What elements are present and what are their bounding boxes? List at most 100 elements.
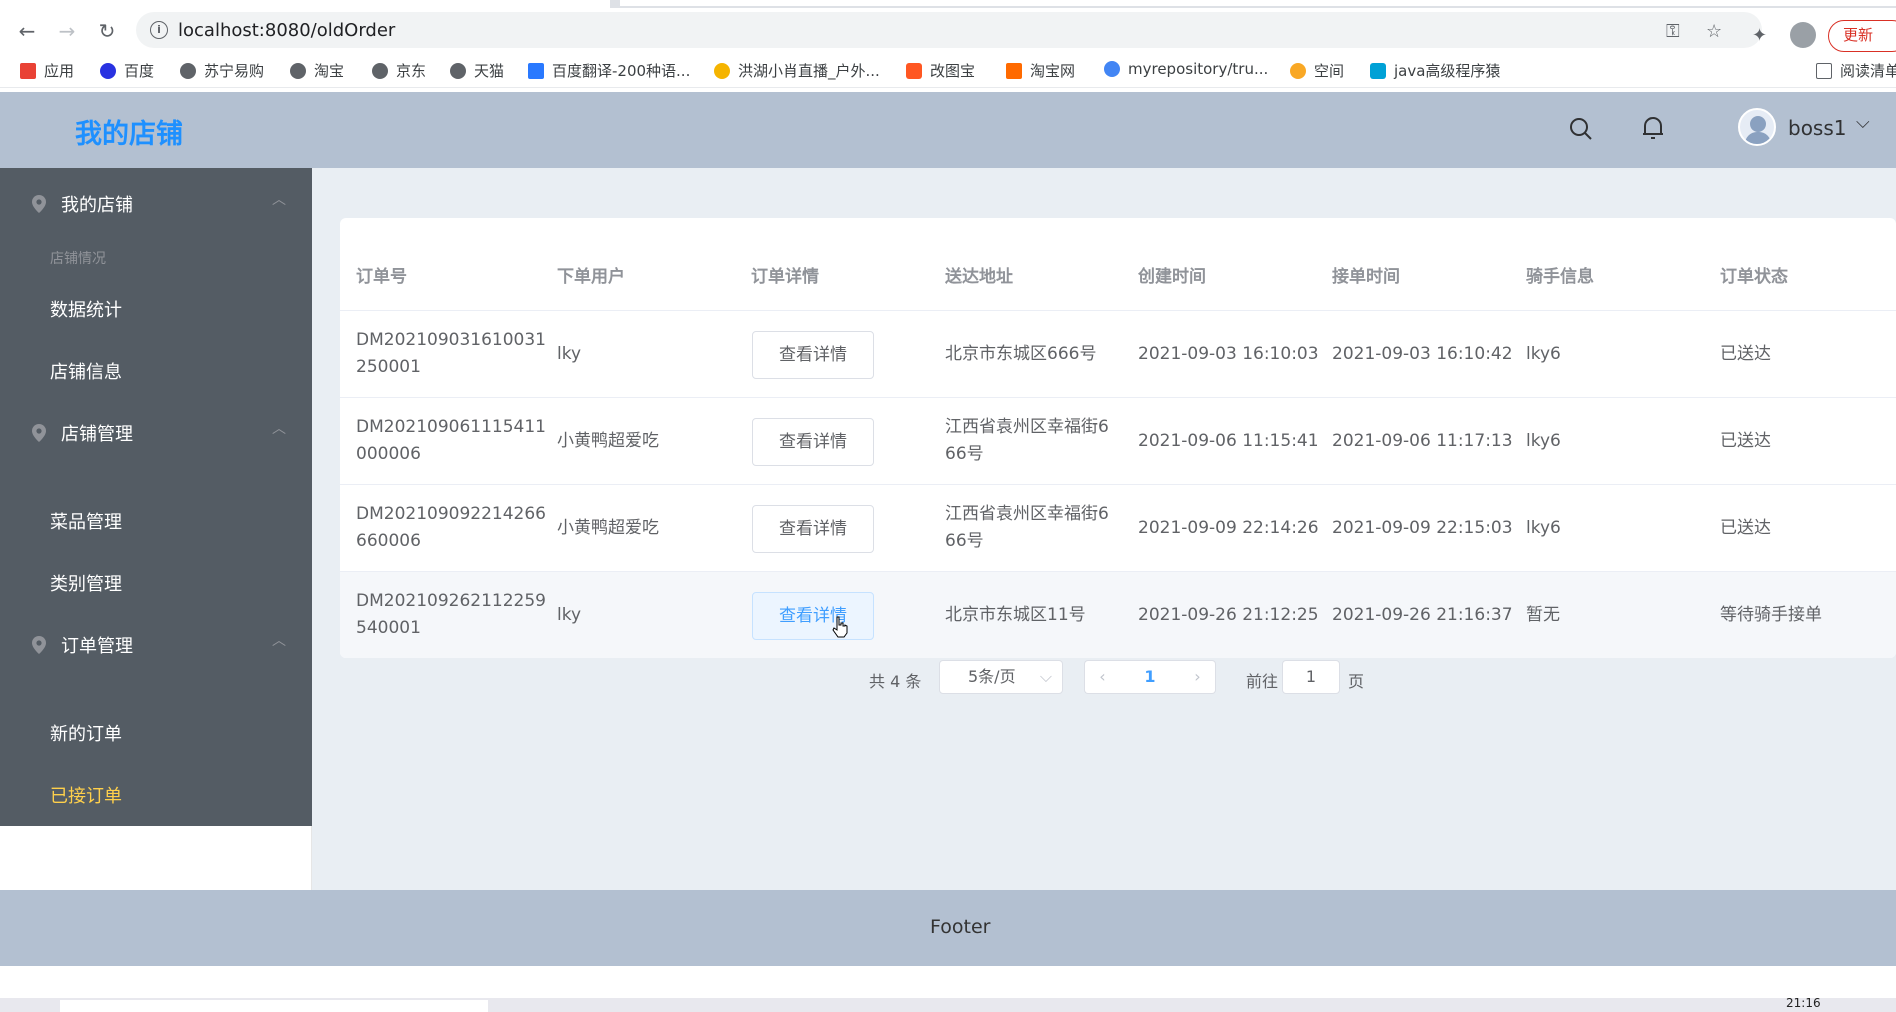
menu-group-my-shop[interactable]: 我的店铺 ︿ — [0, 175, 312, 231]
star-icon[interactable]: ☆ — [1706, 21, 1722, 42]
bookmark-item[interactable]: 天猫 — [450, 60, 504, 81]
sidebar-spacer — [0, 826, 312, 890]
bell-icon[interactable] — [1641, 115, 1665, 141]
column-header: 送达地址 — [945, 267, 1013, 287]
goto-label: 前往 — [1246, 672, 1279, 691]
browser-tab-active[interactable] — [0, 0, 610, 8]
sidebar-item-category-management[interactable]: 类别管理 — [50, 570, 122, 596]
browser-tab[interactable] — [620, 0, 1896, 6]
sidebar-item-new-orders[interactable]: 新的订单 — [50, 720, 122, 746]
gaitubao-icon — [906, 62, 922, 79]
bookmark-item[interactable]: 百度翻译-200种语... — [528, 60, 690, 81]
taskbar-search[interactable] — [60, 1000, 488, 1012]
globe-icon — [450, 62, 466, 79]
reload-icon[interactable]: ↻ — [92, 16, 122, 46]
order-status: 已送达 — [1720, 344, 1771, 364]
chevron-up-icon: ︿ — [272, 633, 286, 649]
sidebar-menu: 我的店铺 ︿ 店铺情况 数据统计 店铺信息 店铺管理 ︿ 菜品管理 类别管理 订… — [0, 168, 312, 826]
prev-page-button[interactable]: ‹ — [1084, 660, 1120, 694]
bookmark-item[interactable]: 洪湖小肖直播_户外... — [714, 60, 880, 81]
chrome-icon — [1104, 61, 1120, 77]
username[interactable]: boss1 — [1788, 116, 1847, 140]
bookmark-item[interactable]: 苏宁易购 — [180, 60, 264, 81]
rider-info: lky6 — [1526, 344, 1561, 364]
rider-info: lky6 — [1526, 431, 1561, 451]
accepted-time: 2021-09-06 11:17:13 — [1332, 431, 1513, 451]
extensions-icon[interactable]: ✦ — [1752, 25, 1767, 46]
table-row: DM202109061115411 000006 小黄鸭超爱吃 查看详情 江西省袁… — [340, 397, 1896, 484]
chevron-down-icon[interactable]: ⌵ — [1856, 112, 1870, 133]
order-id: DM202109031610031 250001 — [356, 330, 546, 377]
bookmarks-bar: 应用 百度 苏宁易购 淘宝 京东 天猫 百度翻译-200种语... 洪湖小肖直播… — [0, 52, 1896, 88]
created-time: 2021-09-06 11:15:41 — [1138, 431, 1319, 451]
column-header: 订单详情 — [751, 267, 819, 287]
page-number-current[interactable]: 1 — [1120, 660, 1180, 694]
globe-icon — [290, 62, 306, 79]
chevron-down-icon: ⌵ — [1039, 667, 1052, 686]
site-info-icon[interactable]: i — [150, 21, 168, 39]
url-text[interactable]: localhost:8080/oldOrder — [178, 20, 395, 41]
location-icon — [32, 195, 46, 213]
created-time: 2021-09-26 21:12:25 — [1138, 605, 1319, 625]
chevron-up-icon: ︿ — [272, 421, 286, 437]
reading-list-icon — [1816, 62, 1832, 79]
page-size-select[interactable]: 5条/页 ⌵ — [939, 660, 1063, 694]
globe-icon — [180, 62, 196, 79]
apps-icon — [20, 62, 36, 79]
browser-tabstrip — [0, 0, 1896, 8]
column-header: 下单用户 — [557, 267, 625, 287]
forward-icon[interactable]: → — [52, 16, 82, 46]
menu-group-shop-management[interactable]: 店铺管理 ︿ — [0, 404, 312, 460]
bookmark-item[interactable]: java高级程序猿 — [1370, 60, 1500, 81]
next-page-button[interactable]: › — [1180, 660, 1216, 694]
location-icon — [32, 636, 46, 654]
view-detail-button[interactable]: 查看详情 — [752, 592, 874, 640]
chevron-up-icon: ︿ — [272, 192, 286, 208]
bookmark-item[interactable]: 京东 — [372, 60, 426, 81]
bookmark-item[interactable]: 淘宝 — [290, 60, 344, 81]
pagination: 共 4 条 5条/页 ⌵ ‹ 1 › 前往 1 页 — [312, 660, 1896, 696]
table-row: DM202109092214266 660006 小黄鸭超爱吃 查看详情 江西省袁… — [340, 484, 1896, 571]
view-detail-button[interactable]: 查看详情 — [752, 331, 874, 379]
sidebar-item-accepted-orders[interactable]: 已接订单 — [50, 782, 122, 808]
address-bar[interactable]: i localhost:8080/oldOrder ⚿ ☆ — [136, 12, 1762, 48]
sidebar-item-shop-info[interactable]: 店铺信息 — [50, 358, 122, 384]
table-row: DM202109262112259 540001 lky 查看详情 北京市东城区1… — [340, 571, 1896, 658]
view-detail-button[interactable]: 查看详情 — [752, 418, 874, 466]
back-icon[interactable]: ← — [12, 16, 42, 46]
key-icon[interactable]: ⚿ — [1666, 21, 1680, 42]
avatar[interactable] — [1738, 108, 1776, 146]
profile-icon[interactable] — [1790, 22, 1816, 48]
orders-table: 订单号 下单用户 订单详情 送达地址 创建时间 接单时间 骑手信息 订单状态 D… — [340, 218, 1896, 658]
goto-page-input[interactable]: 1 — [1282, 660, 1340, 694]
sidebar-item-data-stats[interactable]: 数据统计 — [50, 296, 122, 322]
view-detail-button[interactable]: 查看详情 — [752, 505, 874, 553]
order-status: 已送达 — [1720, 518, 1771, 538]
brand-title[interactable]: 我的店铺 — [75, 112, 183, 151]
bookmark-item[interactable]: 空间 — [1290, 60, 1344, 81]
bookmark-item[interactable]: myrepository/tru... — [1104, 60, 1268, 78]
delivery-address: 北京市东城区666号 — [945, 344, 1097, 364]
table-row: DM202109031610031 250001 lky 查看详情 北京市东城区6… — [340, 310, 1896, 397]
created-time: 2021-09-03 16:10:03 — [1138, 344, 1319, 364]
page-suffix: 页 — [1348, 672, 1365, 691]
sidebar-item-dish-management[interactable]: 菜品管理 — [50, 508, 122, 534]
order-user: 小黄鸭超爱吃 — [557, 431, 659, 451]
update-button[interactable]: 更新 — [1828, 20, 1896, 52]
order-status: 等待骑手接单 — [1720, 605, 1822, 625]
menu-group-order-management[interactable]: 订单管理 ︿ — [0, 616, 312, 672]
footer-text: Footer — [930, 916, 991, 938]
search-icon[interactable] — [1568, 116, 1594, 142]
app-footer: Footer — [0, 890, 1896, 966]
column-header: 骑手信息 — [1526, 267, 1594, 287]
qzone-icon — [1290, 62, 1306, 79]
bookmark-item[interactable]: 改图宝 — [906, 60, 975, 81]
delivery-address: 江西省袁州区幸福街6 66号 — [945, 504, 1109, 551]
bookmark-item[interactable]: 百度 — [100, 60, 154, 81]
translate-icon — [528, 62, 544, 79]
bookmark-item[interactable]: 应用 — [20, 60, 74, 81]
order-status: 已送达 — [1720, 431, 1771, 451]
baidu-icon — [100, 62, 116, 79]
reading-list[interactable]: 阅读清单 — [1816, 60, 1896, 81]
bookmark-item[interactable]: 淘宝网 — [1006, 60, 1075, 81]
